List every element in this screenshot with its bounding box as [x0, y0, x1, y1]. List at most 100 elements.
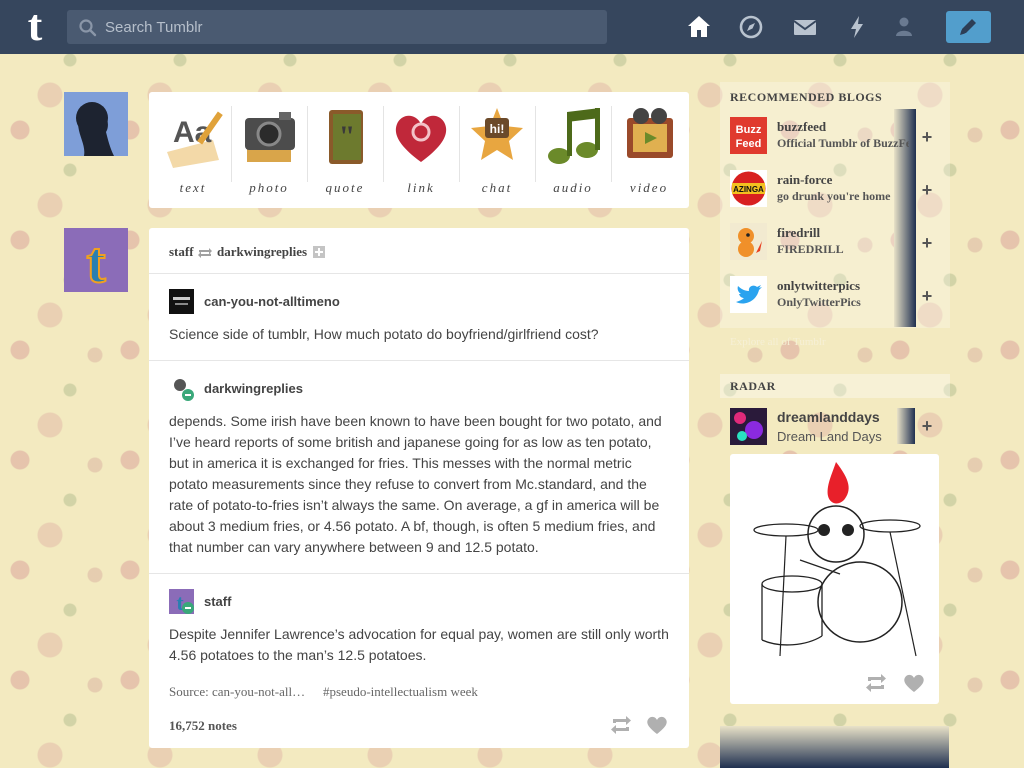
twitter-bird-icon — [730, 276, 767, 313]
blog-title: go drunk you're home — [777, 189, 891, 203]
follow-button[interactable]: + — [916, 274, 938, 318]
recommended-blog-item[interactable]: firedrill FIREDRILL — [730, 223, 940, 267]
post-tag[interactable]: #pseudo-intellectualism week — [323, 684, 478, 700]
blog-name[interactable]: buzzfeed — [777, 119, 909, 135]
post-type-label: link — [407, 180, 435, 195]
staff-t-logo-icon: t — [64, 228, 128, 292]
post-type-photo[interactable]: photo — [231, 100, 307, 200]
radar-post-card[interactable] — [730, 454, 939, 704]
svg-text:AZINGA: AZINGA — [733, 185, 764, 194]
activity-lightning-icon[interactable] — [843, 13, 871, 41]
radar-blog-title: Dream Land Days — [777, 429, 882, 444]
recommended-blog-item[interactable]: onlytwitterpics OnlyTwitterPics — [730, 276, 940, 320]
bazinga-logo-icon: AZINGA — [730, 170, 767, 207]
svg-text:": " — [339, 120, 356, 153]
reblog-icon — [198, 248, 212, 258]
link-heart-icon — [395, 115, 447, 162]
recommended-blog-item[interactable]: AZINGA rain-force go drunk you're home — [730, 170, 940, 214]
reblog-icon[interactable] — [864, 672, 888, 694]
explore-compass-icon[interactable] — [737, 13, 765, 41]
thread-username[interactable]: can-you-not-alltimeno — [204, 294, 340, 309]
video-film-icon — [627, 108, 673, 158]
dashboard-post: staff darkwingreplies can-you-not-alltim… — [149, 228, 689, 748]
follow-button[interactable]: + — [916, 221, 938, 265]
buzzfeed-logo-icon: Buzz Feed — [730, 117, 767, 154]
search-box[interactable] — [67, 10, 607, 44]
blog-name[interactable]: rain-force — [777, 172, 909, 188]
post-type-bar: Aa text photo " quote link hi! chat audi… — [149, 92, 689, 208]
blog-title: OnlyTwitterPics — [777, 295, 861, 309]
messages-envelope-icon[interactable] — [791, 13, 819, 41]
divider — [149, 273, 689, 274]
compose-button[interactable] — [946, 11, 991, 43]
user-avatar[interactable] — [169, 376, 194, 401]
blog-name[interactable]: onlytwitterpics — [777, 278, 909, 294]
post-type-chat[interactable]: hi! chat — [459, 100, 535, 200]
blog-title: Official Tumblr of BuzzFeed — [777, 136, 909, 150]
post-source-link[interactable]: Source: can-you-not-all… — [169, 684, 305, 700]
quote-book-icon: " — [329, 110, 363, 164]
post-type-text[interactable]: Aa text — [155, 100, 231, 200]
tumblr-logo[interactable]: t — [19, 4, 51, 48]
post-type-label: audio — [553, 180, 593, 195]
follow-button[interactable]: + — [916, 168, 938, 212]
thread-username[interactable]: staff — [204, 594, 231, 609]
like-heart-icon[interactable] — [902, 672, 926, 694]
post-type-audio[interactable]: audio — [535, 100, 611, 200]
staff-avatar[interactable]: t — [64, 228, 128, 292]
silhouette-icon — [64, 92, 128, 156]
search-icon — [79, 19, 97, 37]
charmander-icon — [730, 223, 767, 260]
text-aa-icon: Aa — [167, 111, 223, 168]
post-type-label: photo — [249, 180, 289, 195]
sidebar-footer-strip — [720, 726, 949, 768]
blog-avatar[interactable] — [730, 223, 767, 260]
radar-title: RADAR — [730, 379, 776, 393]
recommended-blog-item[interactable]: Buzz Feed buzzfeed Official Tumblr of Bu… — [730, 117, 940, 161]
pencil-icon — [960, 19, 976, 35]
post-type-link[interactable]: link — [383, 100, 459, 200]
svg-text:t: t — [86, 230, 106, 292]
follow-strip — [897, 408, 915, 444]
blog-avatar[interactable] — [730, 276, 767, 313]
divider — [149, 360, 689, 361]
blog-title: FIREDRILL — [777, 242, 844, 256]
post-type-label: video — [629, 180, 669, 195]
thread-text: depends. Some irish have been known to h… — [169, 413, 662, 555]
explore-all-link[interactable]: Explore all of Tumblr — [730, 336, 826, 348]
like-heart-icon[interactable] — [645, 714, 669, 736]
thread-text: Despite Jennifer Lawrence’s advocation f… — [169, 626, 669, 663]
drummer-drawing-image — [740, 460, 930, 660]
svg-text:Buzz: Buzz — [736, 124, 762, 136]
top-navbar: t — [0, 0, 1024, 54]
thread-text: Science side of tumblr, How much potato … — [169, 326, 599, 342]
follow-plus-icon[interactable] — [313, 246, 325, 258]
notes-count[interactable]: 16,752 notes — [169, 718, 237, 734]
thread-username[interactable]: darkwingreplies — [204, 381, 303, 396]
blog-avatar[interactable]: Buzz Feed — [730, 117, 767, 154]
reblogged-from-name[interactable]: darkwingreplies — [217, 244, 307, 260]
post-type-video[interactable]: video — [611, 100, 687, 200]
home-icon[interactable] — [685, 13, 713, 41]
user-avatar[interactable] — [169, 289, 194, 314]
post-type-label: quote — [325, 180, 365, 195]
follow-button[interactable]: + — [916, 408, 938, 444]
user-avatar[interactable]: t — [169, 589, 194, 614]
dreamlanddays-avatar-icon — [730, 408, 767, 445]
blog-name[interactable]: firedrill — [777, 225, 909, 241]
reblog-icon[interactable] — [609, 714, 633, 736]
account-person-icon[interactable] — [890, 13, 918, 41]
follow-button[interactable]: + — [916, 115, 938, 159]
blog-avatar[interactable]: AZINGA — [730, 170, 767, 207]
audio-notes-icon — [548, 108, 600, 164]
user-avatar[interactable] — [64, 92, 128, 156]
recommended-blogs-title: RECOMMENDED BLOGS — [730, 90, 883, 104]
post-type-quote[interactable]: " quote — [307, 100, 383, 200]
camera-icon — [245, 112, 295, 162]
blog-avatar[interactable] — [730, 408, 767, 445]
divider — [149, 573, 689, 574]
search-input[interactable] — [105, 10, 595, 44]
radar-blog-name[interactable]: dreamlanddays — [777, 409, 880, 425]
post-type-label: chat — [481, 180, 513, 195]
poster-name[interactable]: staff — [169, 244, 194, 260]
